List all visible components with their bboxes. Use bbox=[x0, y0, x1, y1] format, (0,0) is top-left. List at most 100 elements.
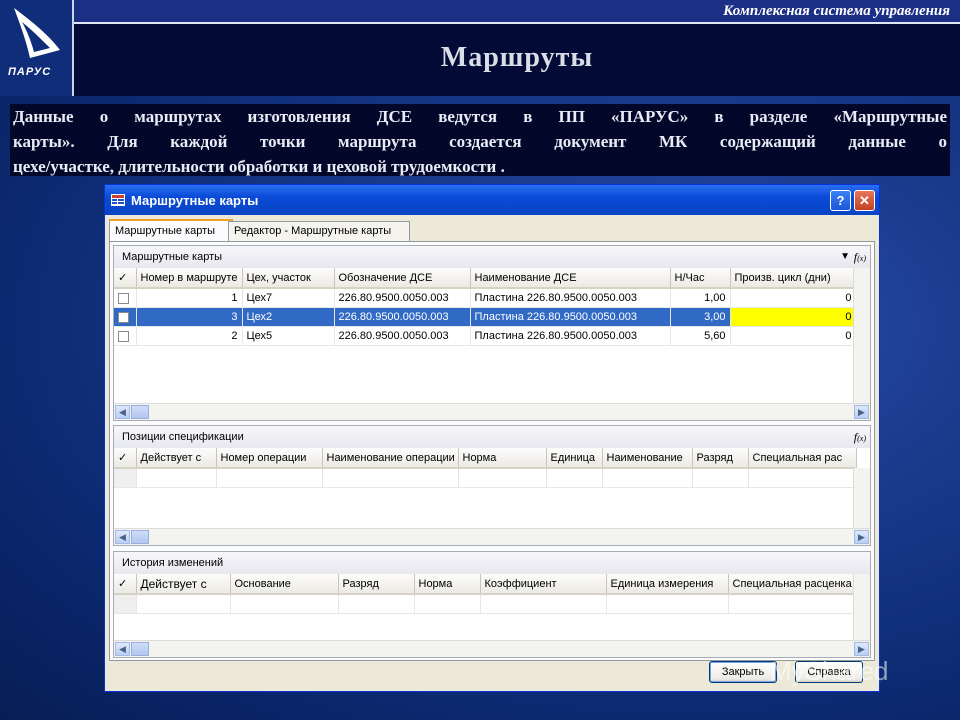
route-number: 3 bbox=[136, 307, 243, 327]
column-header[interactable]: Н/Час bbox=[670, 268, 731, 289]
column-header[interactable]: Норма bbox=[458, 448, 547, 469]
route-shop: Цех5 bbox=[242, 326, 335, 346]
history-table: ✓ Действует с Основание Разряд Норма Коэ… bbox=[114, 574, 857, 614]
scroll-thumb[interactable] bbox=[131, 530, 149, 544]
column-header[interactable]: Обозначение ДСЕ bbox=[334, 268, 471, 289]
scroll-left-arrow-icon[interactable]: ◀ bbox=[115, 530, 130, 544]
vertical-scrollbar[interactable] bbox=[853, 468, 870, 529]
route-shop: Цех7 bbox=[242, 288, 335, 308]
route-cycle-editing[interactable]: 0 bbox=[730, 307, 857, 327]
column-header[interactable]: Специальная расценка bbox=[728, 574, 857, 595]
table-header-row: ✓ Номер в маршруте Цех, участок Обозначе… bbox=[114, 268, 857, 289]
scroll-right-arrow-icon[interactable]: ▶ bbox=[854, 530, 869, 544]
column-header[interactable]: Основание bbox=[230, 574, 339, 595]
horizontal-scrollbar[interactable]: ◀ ▶ bbox=[114, 640, 870, 657]
description-text: Данные о маршрутах изготовления ДСЕ веду… bbox=[10, 104, 950, 176]
route-norm: 1,00 bbox=[670, 288, 731, 308]
table-header-row: ✓ Действует с Номер операции Наименовани… bbox=[114, 448, 857, 469]
row-checkbox[interactable] bbox=[114, 326, 137, 346]
top-bar: Комплексная система управления bbox=[74, 0, 960, 24]
logo-text: ПАРУС bbox=[8, 66, 52, 78]
title-band: Маршруты bbox=[74, 24, 960, 96]
filter-icon[interactable]: ▼ bbox=[840, 246, 850, 268]
section-header: Маршрутные карты ▼ f(x) bbox=[114, 246, 870, 268]
column-header[interactable]: ✓ bbox=[114, 268, 137, 289]
column-header[interactable]: Номер операции bbox=[216, 448, 323, 469]
section-header: Позиции спецификации f(x) bbox=[114, 426, 870, 448]
function-icon[interactable]: f(x) bbox=[854, 246, 866, 270]
route-cycle: 0 bbox=[730, 326, 857, 346]
column-header[interactable]: Цех, участок bbox=[242, 268, 335, 289]
column-header[interactable]: Действует с bbox=[136, 574, 231, 595]
description-line: Данные о маршрутах изготовления ДСЕ веду… bbox=[13, 107, 947, 126]
vertical-scrollbar[interactable] bbox=[853, 574, 870, 641]
horizontal-scrollbar[interactable]: ◀ ▶ bbox=[114, 528, 870, 545]
column-header[interactable]: Наименование bbox=[602, 448, 693, 469]
table-icon bbox=[111, 194, 125, 206]
route-number: 1 bbox=[136, 288, 243, 308]
column-header[interactable]: Разряд bbox=[692, 448, 749, 469]
section-title: Позиции спецификации bbox=[122, 431, 244, 443]
window-titlebar[interactable]: Маршрутные карты ? ✕ bbox=[105, 185, 879, 215]
function-icon[interactable]: f(x) bbox=[854, 426, 866, 450]
route-name: Пластина 226.80.9500.0050.003 bbox=[470, 326, 671, 346]
column-header[interactable]: Единица измерения bbox=[606, 574, 729, 595]
scroll-left-arrow-icon[interactable]: ◀ bbox=[115, 405, 130, 419]
scroll-right-arrow-icon[interactable]: ▶ bbox=[854, 642, 869, 656]
column-header[interactable]: Разряд bbox=[338, 574, 415, 595]
table-header-row: ✓ Действует с Основание Разряд Норма Коэ… bbox=[114, 574, 857, 595]
scroll-right-arrow-icon[interactable]: ▶ bbox=[854, 405, 869, 419]
column-header[interactable]: Номер в маршруте bbox=[136, 268, 243, 289]
table-row[interactable]: 2 Цех5 226.80.9500.0050.003 Пластина 226… bbox=[114, 326, 857, 346]
table-row[interactable]: 1 Цех7 226.80.9500.0050.003 Пластина 226… bbox=[114, 288, 857, 308]
route-name: Пластина 226.80.9500.0050.003 bbox=[470, 288, 671, 308]
tab-panel: Маршрутные карты ▼ f(x) ✓ Номер в маршру… bbox=[109, 241, 875, 661]
column-header[interactable]: ✓ bbox=[114, 448, 137, 469]
vertical-scrollbar[interactable] bbox=[853, 268, 870, 404]
scroll-thumb[interactable] bbox=[131, 642, 149, 656]
empty-row[interactable] bbox=[114, 468, 857, 488]
scroll-left-arrow-icon[interactable]: ◀ bbox=[115, 642, 130, 656]
column-header[interactable]: Произв. цикл (дни) bbox=[730, 268, 857, 289]
column-header[interactable]: Наименование операции bbox=[322, 448, 459, 469]
column-header[interactable]: Норма bbox=[414, 574, 481, 595]
horizontal-scrollbar[interactable]: ◀ ▶ bbox=[114, 403, 870, 420]
route-norm: 5,60 bbox=[670, 326, 731, 346]
description-line: карты». Для каждой точки маршрута создае… bbox=[13, 132, 947, 151]
section-title: История изменений bbox=[122, 557, 224, 569]
empty-row[interactable] bbox=[114, 594, 857, 614]
history-section: История изменений ✓ Действует с Основани… bbox=[113, 551, 871, 658]
spec-section: Позиции спецификации f(x) ✓ Действует с … bbox=[113, 425, 871, 546]
tab-route-cards[interactable]: Маршрутные карты bbox=[109, 219, 233, 243]
column-header[interactable]: Коэффициент bbox=[480, 574, 607, 595]
tab-route-editor[interactable]: Редактор - Маршрутные карты bbox=[228, 221, 410, 241]
help-title-button[interactable]: ? bbox=[830, 190, 851, 211]
column-header[interactable]: Действует с bbox=[136, 448, 217, 469]
route-number: 2 bbox=[136, 326, 243, 346]
route-shop: Цех2 bbox=[242, 307, 335, 327]
row-checkbox[interactable] bbox=[114, 288, 137, 308]
logo: ПАРУС bbox=[0, 0, 74, 96]
sail-logo-icon bbox=[14, 8, 60, 58]
section-header: История изменений bbox=[114, 552, 870, 574]
route-code: 226.80.9500.0050.003 bbox=[334, 288, 471, 308]
scroll-thumb[interactable] bbox=[131, 405, 149, 419]
watermark: MyShared bbox=[770, 656, 889, 686]
column-header[interactable]: Единица bbox=[546, 448, 603, 469]
table-row-selected[interactable]: 3 Цех2 226.80.9500.0050.003 Пластина 226… bbox=[114, 307, 857, 327]
close-button[interactable]: Закрыть bbox=[709, 661, 777, 683]
slide-title: Маршруты bbox=[440, 42, 594, 73]
column-header[interactable]: Специальная рас bbox=[748, 448, 857, 469]
route-name: Пластина 226.80.9500.0050.003 bbox=[470, 307, 671, 327]
close-title-button[interactable]: ✕ bbox=[854, 190, 875, 211]
routes-window: Маршрутные карты ? ✕ Маршрутные карты Ре… bbox=[104, 184, 880, 692]
routes-section: Маршрутные карты ▼ f(x) ✓ Номер в маршру… bbox=[113, 245, 871, 421]
row-checkbox[interactable] bbox=[114, 307, 137, 327]
company-name: Комплексная система управления bbox=[723, 3, 950, 19]
section-title: Маршрутные карты bbox=[122, 251, 223, 263]
route-norm: 3,00 bbox=[670, 307, 731, 327]
routes-table: ✓ Номер в маршруте Цех, участок Обозначе… bbox=[114, 268, 857, 346]
window-title: Маршрутные карты bbox=[131, 193, 259, 208]
column-header[interactable]: ✓ bbox=[114, 574, 137, 595]
column-header[interactable]: Наименование ДСЕ bbox=[470, 268, 671, 289]
